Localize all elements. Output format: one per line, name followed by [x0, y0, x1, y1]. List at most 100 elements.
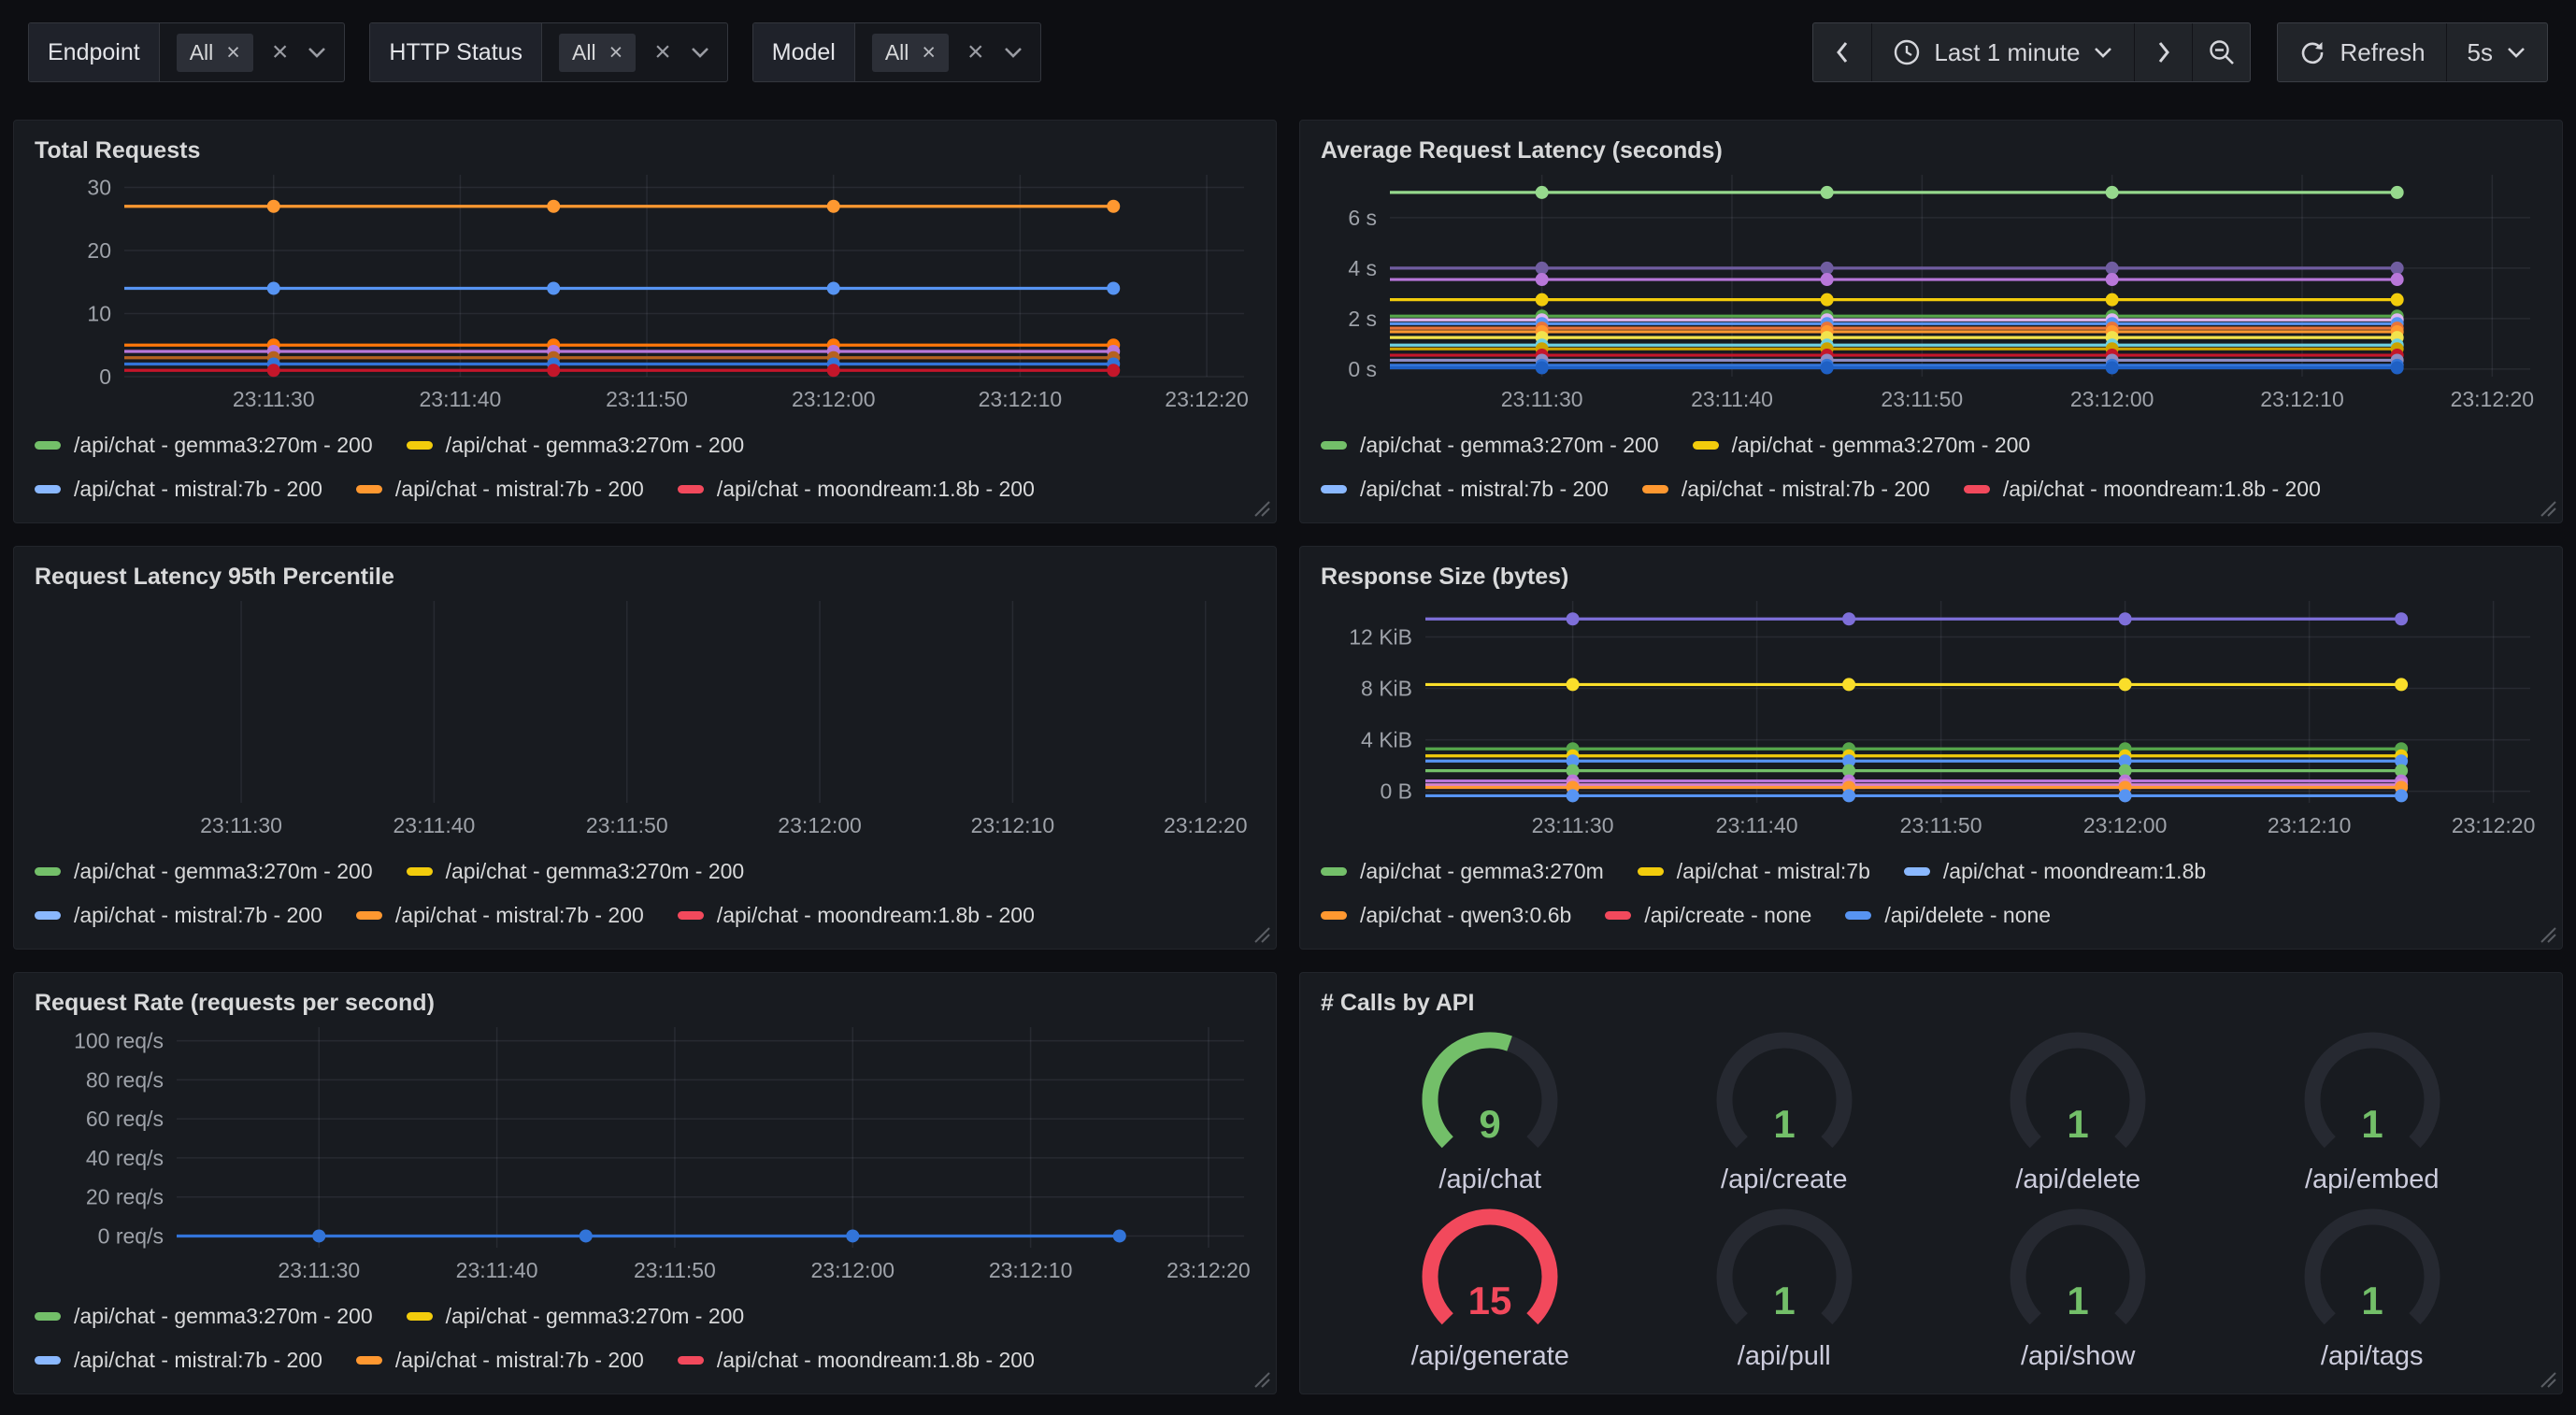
y-axis-tick-label: 40 req/s	[86, 1146, 164, 1170]
panel-resize-handle[interactable]	[2537, 1368, 2557, 1389]
y-axis-tick-label: 4 s	[1348, 256, 1377, 280]
legend-row: /api/chat - gemma3:270m - 200/api/chat -…	[35, 1304, 1255, 1329]
legend-label: /api/create - none	[1644, 903, 1811, 928]
legend-item[interactable]: /api/chat - gemma3:270m - 200	[35, 433, 373, 458]
legend-label: /api/chat - moondream:1.8b - 200	[717, 477, 1035, 502]
legend-item[interactable]: /api/delete - none	[1845, 903, 2051, 928]
legend-label: /api/chat - mistral:7b - 200	[1360, 477, 1609, 502]
legend-item[interactable]: /api/chat - gemma3:270m - 200	[407, 433, 745, 458]
legend-item[interactable]: /api/chat - mistral:7b - 200	[1321, 477, 1609, 502]
gauge-api-tags: 1/api/tags	[2225, 1200, 2520, 1377]
legend-item[interactable]: /api/chat - mistral:7b - 200	[35, 477, 322, 502]
time-range-picker-button[interactable]: Last 1 minute	[1871, 23, 2134, 81]
legend-item[interactable]: /api/chat - mistral:7b - 200	[356, 1348, 644, 1373]
legend-row: /api/chat - gemma3:270m - 200/api/chat -…	[35, 859, 1255, 884]
panel-resize-handle[interactable]	[1251, 497, 1271, 518]
x-axis-tick-label: 23:11:30	[200, 813, 282, 837]
legend-color-chip	[678, 911, 704, 920]
plot-area: 0 s2 s4 s6 s23:11:3023:11:4023:11:5023:1…	[1321, 165, 2541, 414]
legend-item[interactable]: /api/chat - gemma3:270m - 200	[1693, 433, 2031, 458]
legend-item[interactable]: /api/chat - gemma3:270m - 200	[407, 1304, 745, 1329]
gauge-value: 1	[1773, 1102, 1795, 1146]
remove-value-icon[interactable]: ×	[609, 41, 623, 64]
x-axis-tick-label: 23:11:50	[1900, 813, 1982, 837]
legend-item[interactable]: /api/chat - gemma3:270m - 200	[35, 859, 373, 884]
legend-item[interactable]: /api/chat - moondream:1.8b	[1904, 859, 2206, 884]
chart-svg: 0 B4 KiB8 KiB12 KiB23:11:3023:11:4023:11…	[1321, 592, 2541, 840]
filter-http-status: HTTP Status All × ×	[369, 22, 727, 82]
filter-value-box[interactable]: All × ×	[855, 23, 1040, 81]
time-shift-forward-button[interactable]	[2134, 23, 2192, 81]
x-axis-tick-label: 23:11:30	[1532, 813, 1614, 837]
clear-filter-icon[interactable]: ×	[967, 38, 984, 66]
remove-value-icon[interactable]: ×	[226, 41, 240, 64]
panel-title: Average Request Latency (seconds)	[1321, 136, 2541, 165]
legend-item[interactable]: /api/chat - moondream:1.8b - 200	[678, 903, 1035, 928]
gauge-label: /api/delete	[2015, 1164, 2140, 1196]
legend-label: /api/chat - mistral:7b - 200	[395, 903, 644, 928]
chevron-down-icon[interactable]	[690, 46, 710, 59]
legend-item[interactable]: /api/chat - mistral:7b - 200	[1642, 477, 1930, 502]
gauge-label: /api/generate	[1411, 1340, 1569, 1373]
legend-label: /api/chat - moondream:1.8b	[1943, 859, 2206, 884]
legend-item[interactable]: /api/chat - qwen3:0.6b	[1321, 903, 1571, 928]
legend-item[interactable]: /api/create - none	[1605, 903, 1811, 928]
refresh-interval-picker[interactable]: 5s	[2446, 23, 2547, 81]
legend-item[interactable]: /api/chat - gemma3:270m - 200	[407, 859, 745, 884]
panel-resize-handle[interactable]	[2537, 923, 2557, 944]
chart-svg: 23:11:3023:11:4023:11:5023:12:0023:12:10…	[35, 592, 1255, 840]
filter-selected-chip[interactable]: All ×	[177, 34, 253, 72]
zoom-out-button[interactable]	[2192, 23, 2250, 81]
panel-resize-handle[interactable]	[1251, 923, 1271, 944]
x-axis-tick-label: 23:11:50	[634, 1258, 716, 1282]
chevron-down-icon[interactable]	[1003, 46, 1023, 59]
legend-item[interactable]: /api/chat - gemma3:270m - 200	[1321, 433, 1659, 458]
refresh-button[interactable]: Refresh	[2278, 23, 2445, 81]
chart-svg: 010203023:11:3023:11:4023:11:5023:12:002…	[35, 165, 1255, 414]
chevron-right-icon	[2156, 39, 2171, 65]
panel-latency-95th-percentile: Request Latency 95th Percentile 23:11:30…	[13, 546, 1277, 950]
legend-item[interactable]: /api/chat - mistral:7b - 200	[356, 477, 644, 502]
refresh-group: Refresh 5s	[2277, 22, 2548, 82]
x-axis-tick-label: 23:12:00	[792, 387, 876, 411]
legend-label: /api/chat - gemma3:270m	[1360, 859, 1604, 884]
gauge-api-generate: 15/api/generate	[1343, 1200, 1638, 1377]
x-axis-tick-label: 23:11:40	[1716, 813, 1798, 837]
legend-item[interactable]: /api/chat - mistral:7b - 200	[35, 1348, 322, 1373]
legend-item[interactable]: /api/chat - gemma3:270m	[1321, 859, 1604, 884]
gauge-api-show: 1/api/show	[1931, 1200, 2225, 1377]
legend-item[interactable]: /api/chat - moondream:1.8b - 200	[1964, 477, 2321, 502]
y-axis-tick-label: 2 s	[1348, 307, 1377, 331]
filter-value-box[interactable]: All × ×	[542, 23, 727, 81]
filter-value-box[interactable]: All × ×	[160, 23, 345, 81]
legend-label: /api/chat - qwen3:0.6b	[1360, 903, 1571, 928]
legend-item[interactable]: /api/chat - moondream:1.8b - 200	[678, 477, 1035, 502]
clear-filter-icon[interactable]: ×	[654, 38, 671, 66]
x-axis-tick-label: 23:12:20	[1164, 813, 1248, 837]
legend-item[interactable]: /api/chat - mistral:7b - 200	[356, 903, 644, 928]
legend-item[interactable]: /api/chat - moondream:1.8b - 200	[678, 1348, 1035, 1373]
chevron-down-icon[interactable]	[307, 46, 327, 59]
clock-icon	[1893, 38, 1921, 66]
gauge-api-delete: 1/api/delete	[1931, 1023, 2225, 1200]
x-axis-tick-label: 23:11:40	[393, 813, 475, 837]
legend-item[interactable]: /api/chat - mistral:7b	[1638, 859, 1870, 884]
zoom-out-icon	[2208, 38, 2236, 66]
legend-item[interactable]: /api/chat - gemma3:270m - 200	[35, 1304, 373, 1329]
legend-item[interactable]: /api/chat - mistral:7b - 200	[35, 903, 322, 928]
time-shift-back-button[interactable]	[1813, 23, 1871, 81]
filter-selected-chip[interactable]: All ×	[559, 34, 636, 72]
filter-selected-chip[interactable]: All ×	[872, 34, 949, 72]
legend-color-chip	[678, 1356, 704, 1365]
panel-resize-handle[interactable]	[1251, 1368, 1271, 1389]
legend-color-chip	[407, 441, 433, 450]
legend-label: /api/chat - gemma3:270m - 200	[74, 433, 373, 458]
y-axis-tick-label: 0 req/s	[98, 1223, 164, 1248]
filter-model: Model All × ×	[752, 22, 1041, 82]
gauge-arc: 1	[1989, 1027, 2167, 1164]
panel-resize-handle[interactable]	[2537, 497, 2557, 518]
plot-area: 23:11:3023:11:4023:11:5023:12:0023:12:10…	[35, 592, 1255, 840]
legend-label: /api/chat - mistral:7b - 200	[74, 903, 322, 928]
remove-value-icon[interactable]: ×	[922, 41, 936, 64]
clear-filter-icon[interactable]: ×	[272, 38, 289, 66]
